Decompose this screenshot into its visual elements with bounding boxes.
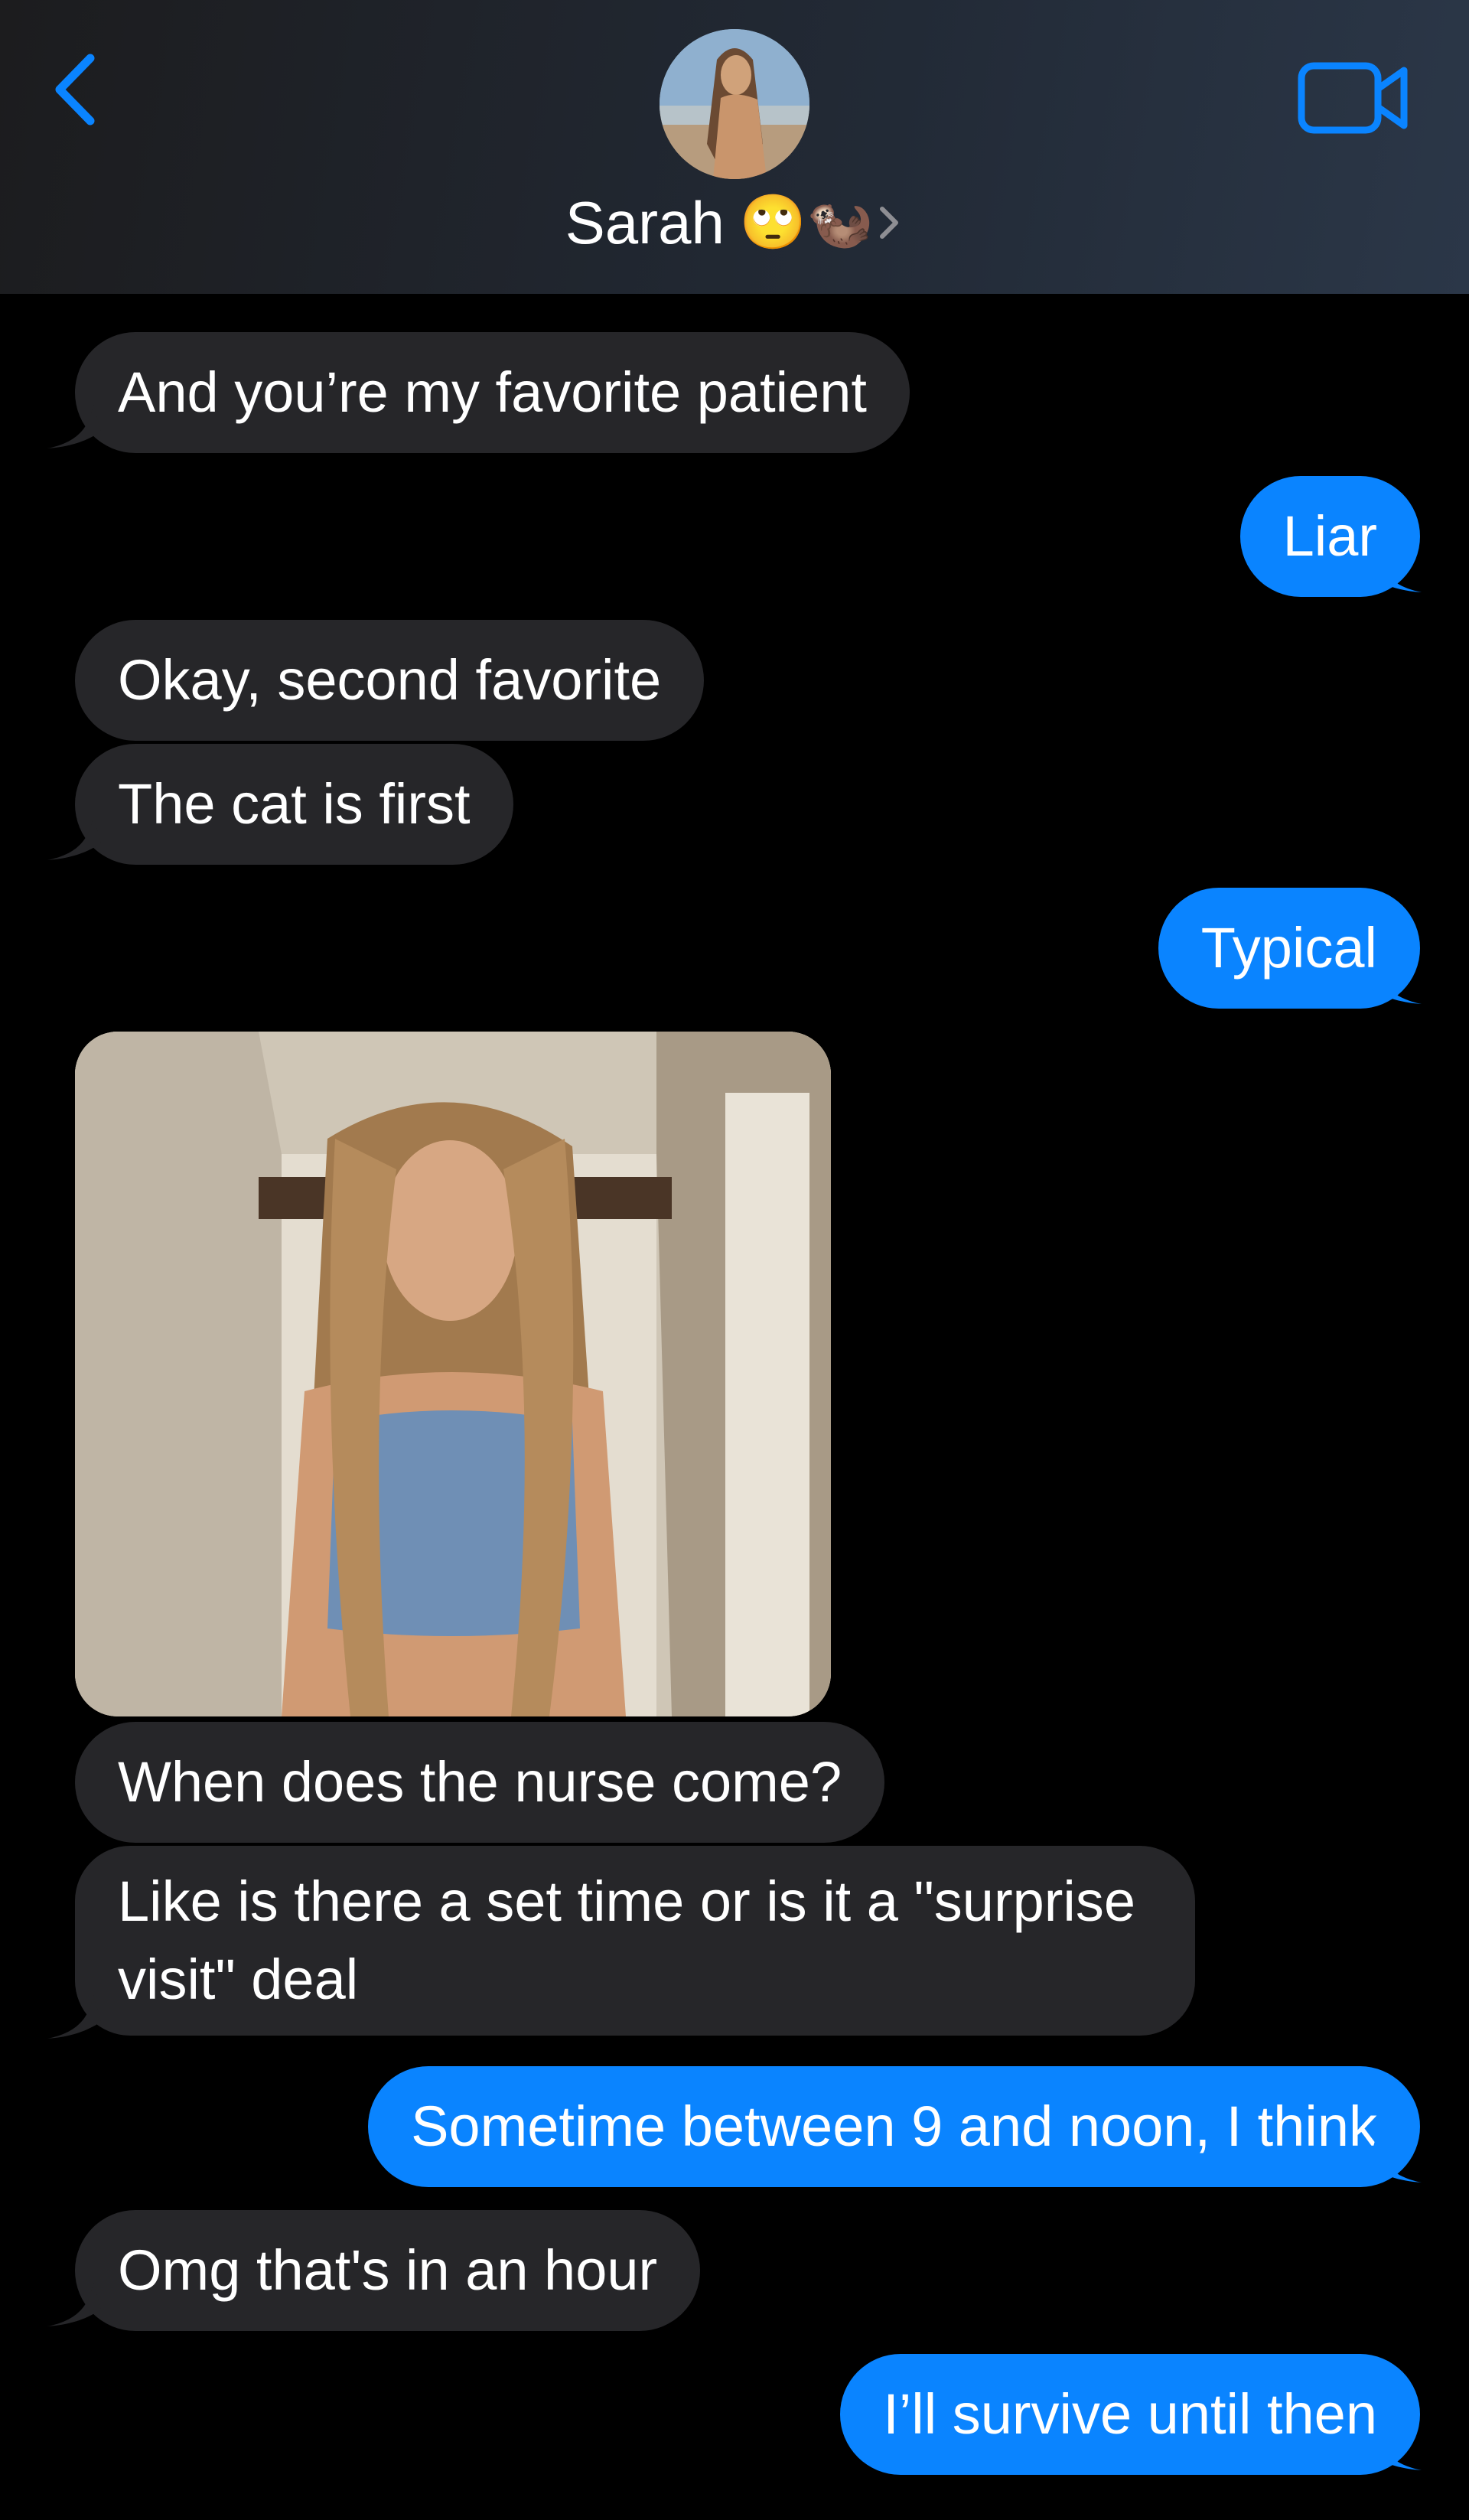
contact-avatar[interactable] bbox=[660, 29, 809, 179]
photo-attachment[interactable] bbox=[75, 1032, 831, 1716]
conversation-header: Sarah 🙄🦦 bbox=[0, 0, 1469, 294]
bubble-tail bbox=[47, 404, 101, 448]
video-call-button[interactable] bbox=[1297, 60, 1412, 136]
outgoing-message[interactable]: I’ll survive until then bbox=[840, 2354, 1420, 2475]
message-text: Liar bbox=[1282, 504, 1377, 568]
contact-name-button[interactable]: Sarah 🙄🦦 bbox=[0, 188, 1469, 257]
incoming-message[interactable]: Okay, second favorite bbox=[75, 620, 705, 741]
message-text: When does the nurse come? bbox=[118, 1750, 842, 1814]
contact-name: Sarah bbox=[565, 188, 725, 256]
bubble-tail bbox=[1368, 2426, 1422, 2470]
bubble-tail bbox=[1368, 2138, 1422, 2183]
incoming-message[interactable]: Omg that's in an hour bbox=[75, 2210, 701, 2331]
message-text: Omg that's in an hour bbox=[118, 2238, 658, 2302]
bubble-tail bbox=[47, 1994, 101, 2039]
message-text: Like is there a set time or is it a "sur… bbox=[118, 1870, 1135, 2011]
chevron-left-icon bbox=[55, 54, 95, 126]
message-text: Typical bbox=[1200, 916, 1377, 980]
incoming-message[interactable]: Like is there a set time or is it a "sur… bbox=[75, 1846, 1195, 2036]
back-button[interactable] bbox=[46, 47, 107, 132]
incoming-message[interactable]: When does the nurse come? bbox=[75, 1722, 885, 1843]
incoming-message[interactable]: The cat is first bbox=[75, 744, 513, 865]
bubble-tail bbox=[47, 816, 101, 860]
outgoing-message[interactable]: Sometime between 9 and noon, I think bbox=[368, 2066, 1420, 2187]
video-camera-icon bbox=[1298, 62, 1408, 134]
message-text: The cat is first bbox=[118, 772, 471, 836]
contact-emoji: 🙄🦦 bbox=[739, 192, 874, 252]
chevron-right-icon bbox=[880, 207, 899, 239]
bubble-tail bbox=[47, 2282, 101, 2326]
incoming-message[interactable]: And you’re my favorite patient bbox=[75, 332, 910, 453]
bubble-tail bbox=[1368, 548, 1422, 592]
message-text: And you’re my favorite patient bbox=[118, 360, 867, 424]
message-text: I’ll survive until then bbox=[883, 2382, 1377, 2446]
message-text: Sometime between 9 and noon, I think bbox=[411, 2095, 1377, 2158]
message-text: Okay, second favorite bbox=[118, 648, 662, 712]
bubble-tail bbox=[1368, 960, 1422, 1004]
